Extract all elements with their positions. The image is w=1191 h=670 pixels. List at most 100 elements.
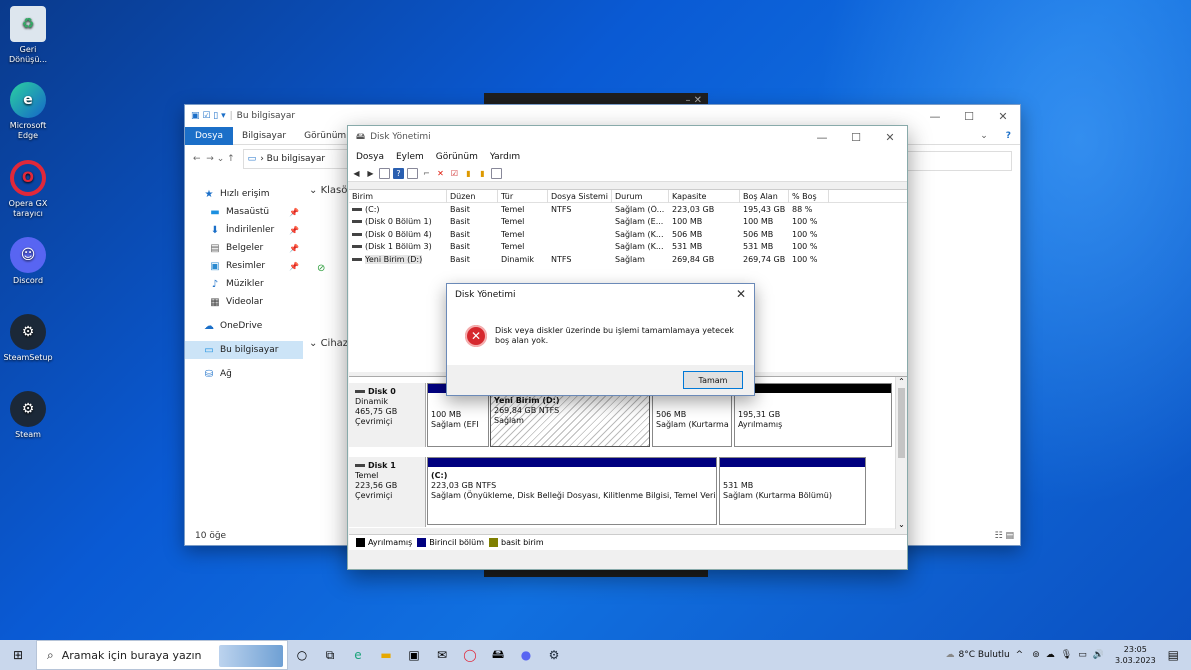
- menu-help[interactable]: Yardım: [484, 152, 526, 162]
- network-icon[interactable]: ▭: [1078, 650, 1087, 660]
- partition-recovery-1[interactable]: 531 MB Sağlam (Kurtarma Bölümü): [719, 457, 866, 525]
- steam-icon[interactable]: ⚙: [540, 640, 568, 670]
- column-header[interactable]: Boş Alan: [740, 189, 789, 203]
- close-button[interactable]: ✕: [986, 105, 1020, 127]
- table-row[interactable]: (Disk 1 Bölüm 3) Basit Temel Sağlam (K..…: [349, 241, 907, 254]
- menu-view[interactable]: Görünüm: [430, 152, 484, 162]
- edge-icon[interactable]: e: [344, 640, 372, 670]
- help-icon[interactable]: ?: [393, 168, 404, 179]
- recycle-bin-desktop-icon[interactable]: ♻ Geri Dönüşü...: [0, 6, 56, 65]
- folder-icon[interactable]: ▮: [463, 168, 474, 179]
- clock[interactable]: 23:05 3.03.2023: [1115, 644, 1156, 666]
- partition-c[interactable]: (C:) 223,03 GB NTFS Sağlam (Önyükleme, Dis…: [427, 457, 717, 525]
- scroll-thumb[interactable]: [898, 388, 905, 458]
- list-icon[interactable]: [491, 168, 502, 179]
- help-icon[interactable]: ?: [997, 131, 1020, 141]
- search-box[interactable]: [907, 151, 1012, 171]
- forward-arrow-icon[interactable]: ▶: [365, 168, 376, 179]
- nav-videos[interactable]: ▦ Videolar: [185, 293, 303, 311]
- grid-view-icon[interactable]: [379, 168, 390, 179]
- disk-view-scrollbar[interactable]: ⌃ ⌄: [895, 377, 907, 529]
- mail-icon[interactable]: ✉: [428, 640, 456, 670]
- cell-volume: (Disk 1 Bölüm 3): [349, 242, 447, 251]
- search-folder-icon[interactable]: ▮: [477, 168, 488, 179]
- nav-documents[interactable]: ▤ Belgeler 📌: [185, 239, 303, 257]
- recent-dropdown-icon[interactable]: ⌄: [217, 154, 225, 164]
- column-header[interactable]: % Boş: [789, 189, 829, 203]
- nav-music[interactable]: ♪ Müzikler: [185, 275, 303, 293]
- back-arrow-icon[interactable]: ◀: [351, 168, 362, 179]
- column-header[interactable]: Durum: [612, 189, 669, 203]
- start-button[interactable]: ⊞: [0, 648, 36, 662]
- task-view-icon[interactable]: ⧉: [316, 640, 344, 670]
- column-header[interactable]: Kapasite: [669, 189, 740, 203]
- table-row[interactable]: Yeni Birim (D:) Basit Dinamik NTFS Sağla…: [349, 253, 907, 266]
- scroll-up-icon[interactable]: ⌃: [896, 377, 907, 386]
- discord-desktop-icon[interactable]: ☺ Discord: [0, 237, 56, 286]
- nav-pictures[interactable]: ▣ Resimler 📌: [185, 257, 303, 275]
- volume-icon[interactable]: 🔊: [1093, 650, 1104, 660]
- nav-onedrive[interactable]: ☁ OneDrive: [185, 317, 303, 335]
- ribbon-tab-file[interactable]: Dosya: [185, 126, 233, 145]
- back-arrow-icon[interactable]: ←: [193, 154, 201, 164]
- dialog-close-button[interactable]: ✕: [736, 287, 746, 301]
- steamsetup-desktop-icon[interactable]: ⚙ SteamSetup: [0, 314, 56, 363]
- column-header[interactable]: Dosya Sistemi: [548, 189, 612, 203]
- cell-volume: (C:): [349, 205, 447, 214]
- connect-icon[interactable]: ⌐: [421, 168, 432, 179]
- edge-desktop-icon[interactable]: e Microsoft Edge: [0, 82, 56, 141]
- store-icon[interactable]: ▣: [400, 640, 428, 670]
- up-arrow-icon[interactable]: ↑: [227, 154, 235, 164]
- nav-this-pc[interactable]: ▭ Bu bilgisayar: [185, 341, 303, 359]
- steam-desktop-icon[interactable]: ⚙ Steam: [0, 391, 56, 440]
- ribbon-tab-computer[interactable]: Bilgisayar: [233, 131, 295, 141]
- table-row[interactable]: (Disk 0 Bölüm 4) Basit Temel Sağlam (K..…: [349, 228, 907, 241]
- forward-arrow-icon[interactable]: →: [206, 154, 214, 164]
- opera-icon[interactable]: ◯: [456, 640, 484, 670]
- properties-icon[interactable]: [407, 168, 418, 179]
- maximize-button[interactable]: ☐: [952, 105, 986, 127]
- cortana-icon[interactable]: ○: [288, 640, 316, 670]
- disk1-label[interactable]: Disk 1 Temel 223,56 GB Çevrimiçi: [349, 457, 426, 527]
- ok-button[interactable]: Tamam: [683, 371, 743, 389]
- minimize-button[interactable]: —: [918, 105, 952, 127]
- column-header[interactable]: Birim: [349, 189, 447, 203]
- nav-desktop[interactable]: ▬ Masaüstü 📌: [185, 203, 303, 221]
- folders-section-header[interactable]: ⌄ Klasö: [309, 185, 347, 196]
- nav-quick-access[interactable]: ★ Hızlı erişim: [185, 185, 303, 203]
- nav-network[interactable]: ⛁ Ağ: [185, 365, 303, 383]
- minimize-button[interactable]: —: [805, 126, 839, 148]
- column-header[interactable]: Tür: [498, 189, 548, 203]
- cell-status: Sağlam (K...: [615, 229, 664, 239]
- taskbar-search-box[interactable]: ⌕ Aramak için buraya yazın: [36, 640, 288, 670]
- ribbon-expand-icon[interactable]: ⌄: [971, 131, 997, 141]
- scroll-down-icon[interactable]: ⌄: [896, 520, 907, 529]
- opera-gx-desktop-icon[interactable]: O Opera GX tarayıcı: [0, 160, 56, 219]
- delete-icon[interactable]: ✕: [435, 168, 446, 179]
- notification-icon[interactable]: ▤: [1168, 648, 1179, 662]
- show-hidden-icons-icon[interactable]: ^: [1016, 650, 1024, 660]
- table-row[interactable]: (Disk 0 Bölüm 1) Basit Temel Sağlam (E..…: [349, 216, 907, 229]
- discord-icon[interactable]: ●: [512, 640, 540, 670]
- weather-text[interactable]: 8°C Bulutlu: [958, 650, 1009, 660]
- explorer-titlebar[interactable]: ▣ ☑ ▯ ▾ | Bu bilgisayar: [185, 105, 1020, 127]
- close-button[interactable]: ✕: [873, 126, 907, 148]
- disk-management-icon[interactable]: 🖴: [484, 640, 512, 670]
- partition-unallocated[interactable]: 195,31 GB Ayrılmamış: [734, 383, 892, 447]
- tray-app-icon[interactable]: ⊚: [1032, 650, 1040, 660]
- error-dialog[interactable]: Disk Yönetimi ✕ ✕ Disk veya diskler üzer…: [446, 283, 755, 396]
- maximize-button[interactable]: ☐: [839, 126, 873, 148]
- column-header[interactable]: Düzen: [447, 189, 498, 203]
- onedrive-icon[interactable]: ☁: [1046, 650, 1055, 660]
- quick-access-toolbar-icon[interactable]: ▣ ☑ ▯ ▾: [191, 111, 226, 121]
- microphone-icon[interactable]: 🎙: [1061, 650, 1072, 660]
- table-row[interactable]: (C:) Basit Temel NTFS Sağlam (Ö... 223,0…: [349, 203, 907, 216]
- file-explorer-icon[interactable]: ▬: [372, 640, 400, 670]
- check-icon[interactable]: ☑: [449, 168, 460, 179]
- menu-file[interactable]: Dosya: [350, 152, 390, 162]
- devices-section-header[interactable]: ⌄ Cihaz: [309, 338, 348, 349]
- nav-downloads[interactable]: ⬇ İndirilenler 📌: [185, 221, 303, 239]
- menu-action[interactable]: Eylem: [390, 152, 430, 162]
- view-toggle-icons[interactable]: ☷ ▤: [995, 531, 1014, 541]
- disk0-label[interactable]: Disk 0 Dinamik 465,75 GB Çevrimiçi: [349, 383, 426, 447]
